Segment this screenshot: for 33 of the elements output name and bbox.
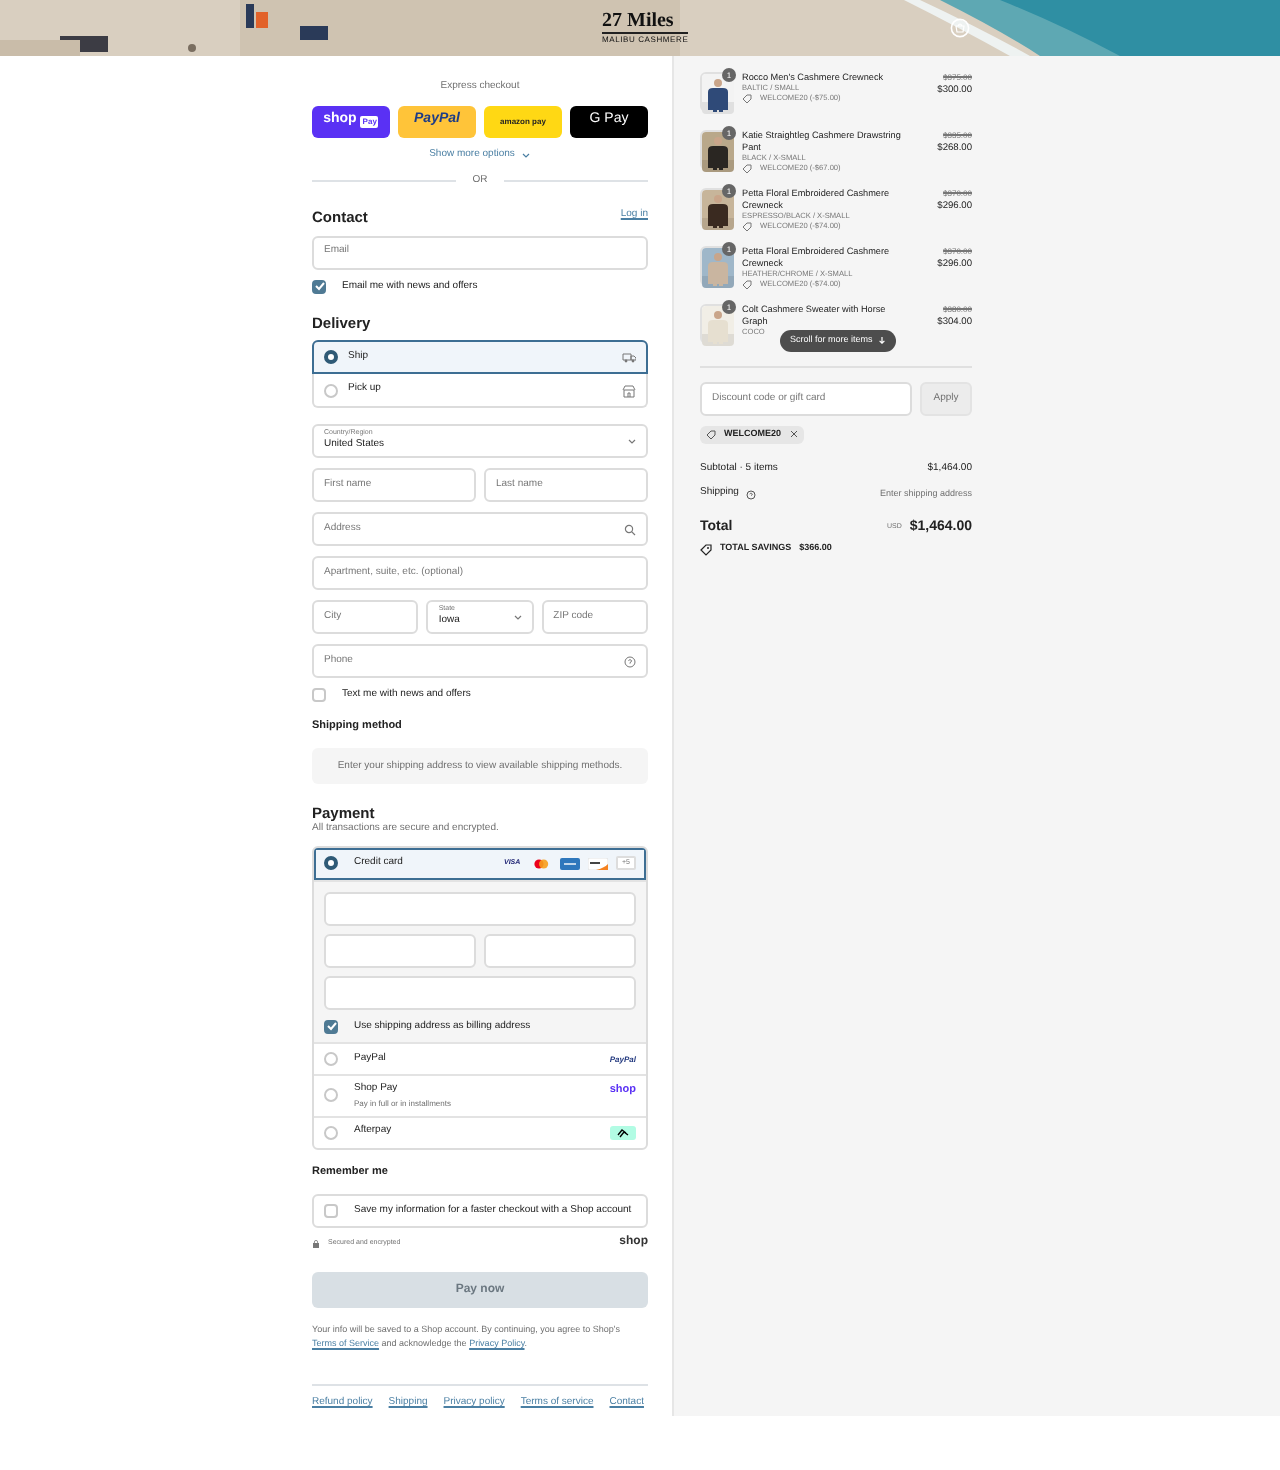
discover-logo [588, 857, 608, 870]
arrow-down-icon [878, 336, 887, 345]
help-icon [746, 489, 757, 499]
lock-icon [312, 1239, 320, 1248]
chevron-down-icon [628, 438, 636, 444]
tag-icon [700, 543, 712, 556]
close-icon[interactable] [789, 430, 798, 439]
card-number-field[interactable] [324, 891, 636, 926]
chevron-down-icon [522, 151, 531, 158]
expiration-date-field[interactable] [324, 933, 476, 968]
name-on-card-field[interactable] [324, 975, 636, 1010]
amex-logo [560, 857, 580, 870]
mastercard-logo [532, 857, 552, 870]
tag-icon [742, 94, 752, 104]
store-icon [622, 383, 636, 397]
checkbox[interactable] [324, 1019, 338, 1034]
tag-icon [742, 280, 752, 290]
chevron-down-icon [513, 614, 522, 620]
checkbox[interactable] [312, 688, 326, 703]
afterpay-logo [610, 1125, 636, 1140]
cart-icon[interactable] [950, 18, 970, 38]
radio-button[interactable] [324, 350, 338, 364]
checkbox[interactable] [324, 1204, 338, 1219]
tag-icon [742, 222, 752, 232]
security-code-field[interactable] [484, 933, 636, 968]
tag-icon [706, 429, 716, 440]
help-icon [624, 655, 636, 667]
truck-icon [621, 350, 636, 364]
checkbox[interactable] [312, 279, 326, 294]
radio-button[interactable] [324, 856, 338, 871]
logo-title: 27 Miles [602, 10, 676, 32]
tag-icon [742, 164, 752, 174]
search-icon [624, 523, 636, 535]
